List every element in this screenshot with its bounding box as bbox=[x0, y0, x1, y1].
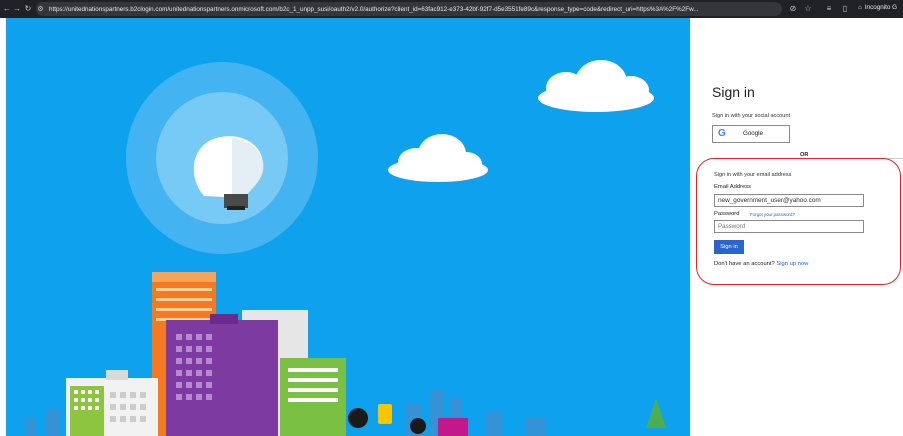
no-account-text: Don't have an account? bbox=[714, 261, 775, 267]
reload-icon[interactable]: ↻ bbox=[23, 4, 33, 13]
signin-button[interactable]: Sign in bbox=[714, 240, 744, 254]
signup-link[interactable]: Sign up now bbox=[776, 261, 808, 267]
page-title: Sign in bbox=[712, 84, 755, 100]
incognito-indicator[interactable]: ⌂ Incognito G bbox=[858, 4, 897, 11]
email-field-label: Email Address bbox=[714, 184, 752, 190]
google-button-label: Google bbox=[743, 130, 763, 137]
password-field[interactable] bbox=[714, 220, 864, 233]
password-field-label: Password bbox=[714, 211, 740, 217]
signup-prompt: Don't have an account? Sign up now bbox=[714, 261, 808, 267]
cloud-icon bbox=[388, 60, 654, 182]
tree-icon bbox=[646, 398, 666, 428]
side-panel-icon[interactable]: ▯ bbox=[840, 4, 850, 13]
google-signin-button[interactable]: G Google bbox=[712, 125, 790, 143]
url-text: https://unitednationspartners.b2clogin.c… bbox=[49, 5, 699, 13]
incognito-label: Incognito G bbox=[864, 4, 898, 11]
building-purple-icon bbox=[166, 314, 278, 436]
site-settings-icon[interactable]: ⚙ bbox=[36, 5, 45, 13]
social-signin-label: Sign in with your social account bbox=[712, 113, 791, 119]
email-field[interactable] bbox=[714, 194, 864, 207]
address-bar[interactable]: ⚙ https://unitednationspartners.b2clogin… bbox=[36, 2, 782, 16]
browser-toolbar: ← → ↻ ⚙ https://unitednationspartners.b2… bbox=[0, 0, 903, 18]
signin-panel: Sign in Sign in with your social account… bbox=[690, 18, 903, 436]
bookmark-star-icon[interactable]: ☆ bbox=[803, 4, 813, 13]
back-icon[interactable]: ← bbox=[2, 4, 12, 13]
city-lightbulb-illustration bbox=[26, 60, 666, 436]
or-separator: OR bbox=[798, 152, 811, 158]
hero-illustration bbox=[6, 18, 690, 436]
building-green-icon bbox=[280, 358, 346, 436]
eye-off-icon[interactable]: ⊘ bbox=[788, 4, 798, 13]
email-signin-label: Sign in with your email address bbox=[714, 172, 792, 178]
incognito-icon: ⌂ bbox=[858, 4, 862, 11]
divider bbox=[708, 158, 903, 159]
forward-icon[interactable]: → bbox=[12, 4, 22, 13]
forgot-password-link[interactable]: Forgot your password? bbox=[750, 212, 795, 217]
google-icon: G bbox=[718, 128, 726, 139]
building-white-icon bbox=[66, 370, 158, 436]
tab-search-icon[interactable]: ≡ bbox=[824, 4, 834, 13]
